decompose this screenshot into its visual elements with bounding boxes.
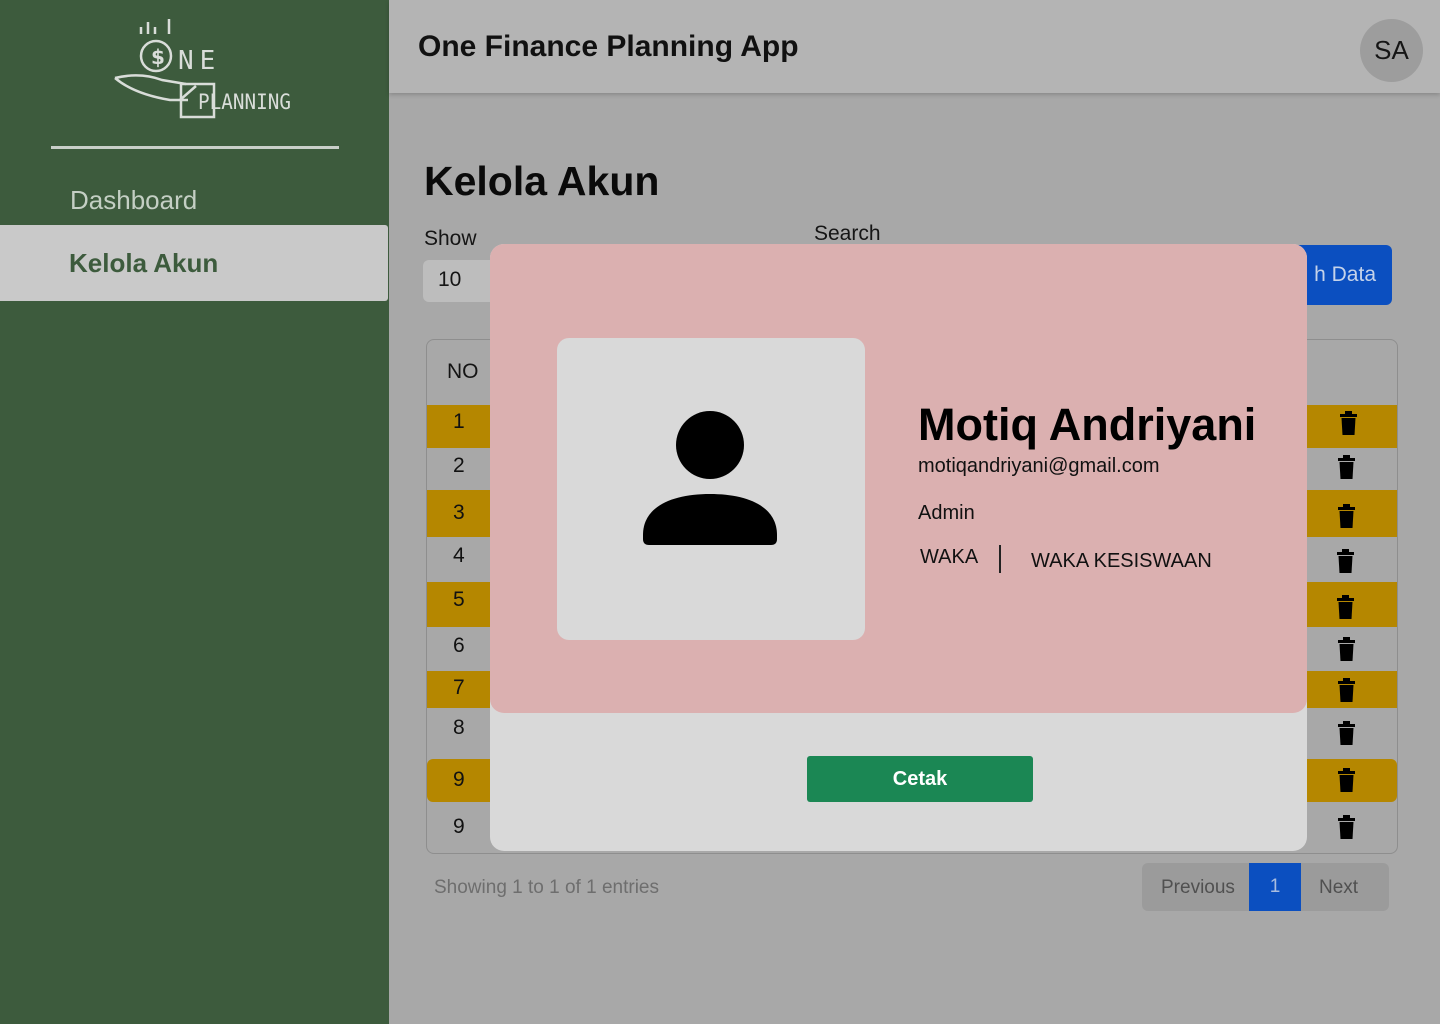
show-label: Show — [424, 227, 477, 250]
sidebar-item-label: Kelola Akun — [69, 247, 219, 278]
user-name: Motiq Andriyani — [918, 399, 1257, 450]
sidebar: $ NE PLANNING Dashboard Kelola Akun — [0, 0, 389, 1024]
trash-icon[interactable] — [1338, 455, 1355, 479]
trash-icon[interactable] — [1340, 411, 1357, 435]
avatar[interactable]: SA — [1360, 19, 1423, 82]
trash-icon[interactable] — [1338, 768, 1355, 792]
trash-icon[interactable] — [1338, 504, 1355, 528]
svg-text:$: $ — [151, 45, 165, 69]
search-label: Search — [814, 222, 881, 245]
divider — [999, 545, 1001, 573]
print-button[interactable]: Cetak — [807, 756, 1033, 802]
user-position: WAKA — [920, 546, 979, 568]
column-header-no: NO — [447, 360, 479, 383]
entries-select-value: 10 — [438, 268, 462, 291]
row-number: 2 — [453, 454, 465, 477]
user-card: Motiq Andriyani motiqandriyani@gmail.com… — [490, 244, 1307, 713]
sidebar-item-label: Dashboard — [70, 184, 198, 215]
app-title: One Finance Planning App — [418, 30, 799, 63]
trash-icon[interactable] — [1337, 595, 1354, 619]
page-title: Kelola Akun — [424, 158, 660, 204]
row-number: 3 — [453, 501, 465, 524]
row-number: 6 — [453, 634, 465, 657]
trash-icon[interactable] — [1337, 549, 1354, 573]
user-avatar-icon — [643, 411, 777, 545]
previous-page-button[interactable]: Previous — [1161, 877, 1235, 899]
row-number: 1 — [453, 410, 465, 433]
user-email: motiqandriyani@gmail.com — [918, 455, 1160, 477]
user-role: Admin — [918, 502, 975, 524]
pagination: Previous 1 Next — [1142, 863, 1389, 911]
page-1-button[interactable]: 1 — [1249, 863, 1301, 911]
trash-icon[interactable] — [1338, 637, 1355, 661]
row-number: 5 — [453, 588, 465, 611]
row-number: 4 — [453, 544, 465, 567]
logo-divider — [51, 146, 339, 149]
trash-icon[interactable] — [1338, 678, 1355, 702]
row-number: 7 — [453, 676, 465, 699]
user-card-modal: Motiq Andriyani motiqandriyani@gmail.com… — [490, 244, 1307, 851]
trash-icon[interactable] — [1338, 815, 1355, 839]
logo-text-top: NE — [178, 46, 221, 76]
trash-icon[interactable] — [1338, 721, 1355, 745]
row-number: 9 — [453, 815, 465, 838]
top-bar: One Finance Planning App SA — [389, 0, 1440, 93]
entries-info: Showing 1 to 1 of 1 entries — [434, 877, 659, 898]
row-number: 9 — [453, 768, 465, 791]
logo-text-bottom: PLANNING — [198, 90, 291, 114]
add-data-button-label: h Data — [1314, 263, 1376, 286]
one-planning-logo: $ NE PLANNING — [110, 14, 300, 124]
row-number: 8 — [453, 716, 465, 739]
user-division: WAKA KESISWAAN — [1031, 550, 1212, 572]
next-page-button[interactable]: Next — [1319, 877, 1358, 899]
user-photo — [557, 338, 865, 640]
sidebar-item-kelola-akun[interactable]: Kelola Akun — [0, 225, 388, 301]
